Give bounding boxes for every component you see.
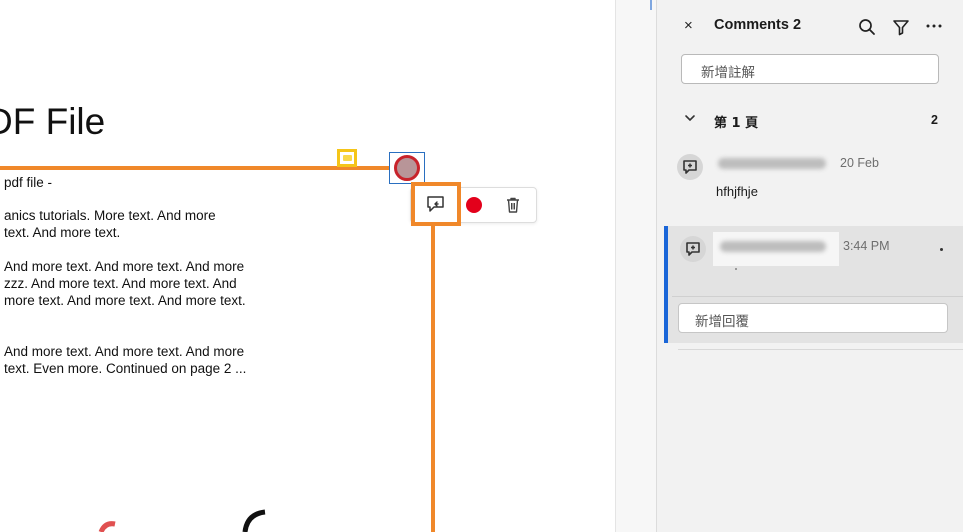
document-text-line: anics tutorials. More text. And more (4, 208, 216, 223)
circle-shape-icon (394, 155, 420, 181)
comment-avatar (677, 154, 703, 180)
page-group-label[interactable]: 第 1 頁 (714, 112, 758, 131)
document-text-line: And more text. And more text. And more (4, 344, 245, 359)
selection-indicator (664, 226, 668, 343)
comment-timestamp: 20 Feb (840, 156, 879, 170)
trash-icon[interactable] (504, 196, 522, 214)
cut-off-heading-glyph (98, 509, 266, 532)
comment-author-redacted (718, 158, 826, 169)
annotation-line-vertical[interactable] (431, 226, 435, 532)
comment-button[interactable] (411, 182, 461, 226)
document-text-line: zzz. And more text. And more text. And (4, 276, 237, 291)
circle-annotation-selected[interactable] (389, 152, 425, 184)
scroll-position-marker (650, 0, 652, 10)
document-text-line: more text. And more text. And more text. (4, 293, 246, 308)
chevron-down-icon[interactable] (684, 112, 696, 124)
filter-icon[interactable] (892, 18, 910, 36)
add-reply-input[interactable]: 新增回覆 (678, 303, 948, 333)
document-text-line: pdf file - (4, 175, 53, 190)
pdf-page: DF File pdf file - anics tutorials. More… (0, 0, 615, 532)
comment-body-placeholder (735, 268, 737, 270)
color-picker-button[interactable] (466, 197, 482, 213)
document-text-line: And more text. And more text. And more (4, 259, 245, 274)
document-text-line: text. Even more. Continued on page 2 ... (4, 361, 247, 376)
comment-author-redacted (720, 241, 826, 252)
comment-timestamp: 3:44 PM (843, 239, 890, 253)
comment-avatar (680, 236, 706, 262)
comment-type-icon (683, 160, 697, 174)
page-comment-count: 2 (931, 113, 938, 127)
add-comment-input[interactable]: 新增註解 (681, 54, 939, 84)
scroll-gutter (615, 0, 657, 532)
search-icon[interactable] (858, 18, 876, 36)
comment-type-icon (686, 242, 700, 256)
comment-more-icon[interactable] (940, 248, 943, 251)
comment-reply-icon (427, 196, 444, 212)
close-panel-button[interactable]: × (684, 17, 693, 34)
divider (672, 296, 963, 297)
comment-body[interactable]: hfhjfhje (716, 184, 758, 199)
panel-title: Comments 2 (714, 17, 802, 33)
document-text-line: text. And more text. (4, 225, 121, 240)
document-title: DF File (0, 101, 106, 142)
sticky-note-icon[interactable] (337, 149, 357, 167)
more-options-icon[interactable] (925, 18, 943, 36)
divider (678, 349, 963, 350)
